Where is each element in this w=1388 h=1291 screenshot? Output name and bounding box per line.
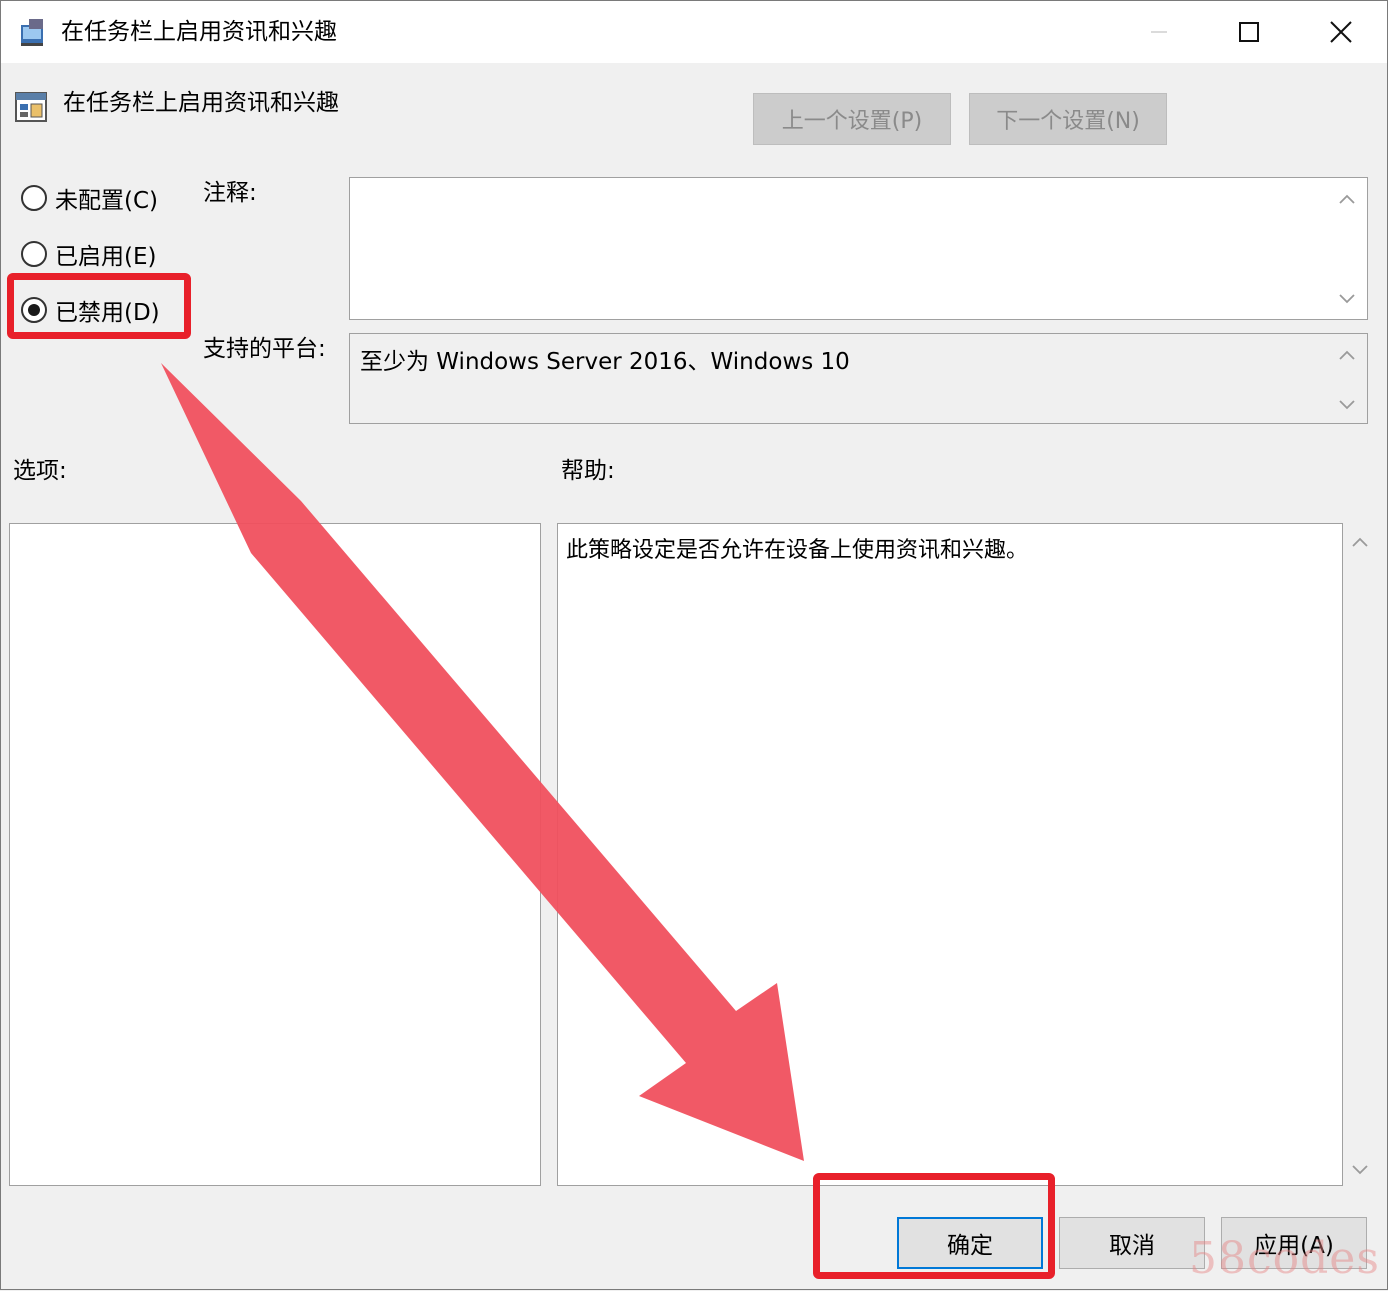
annotation-arrow-icon [161,363,804,1161]
disabled-option-highlight [7,273,191,339]
ok-button-highlight [813,1173,1055,1279]
watermark: 58codes [1189,1233,1380,1284]
policy-dialog: 在任务栏上启用资讯和兴趣 在任务栏上启用资讯和兴趣 上一个设置(P) 下一个设置… [0,0,1388,1290]
